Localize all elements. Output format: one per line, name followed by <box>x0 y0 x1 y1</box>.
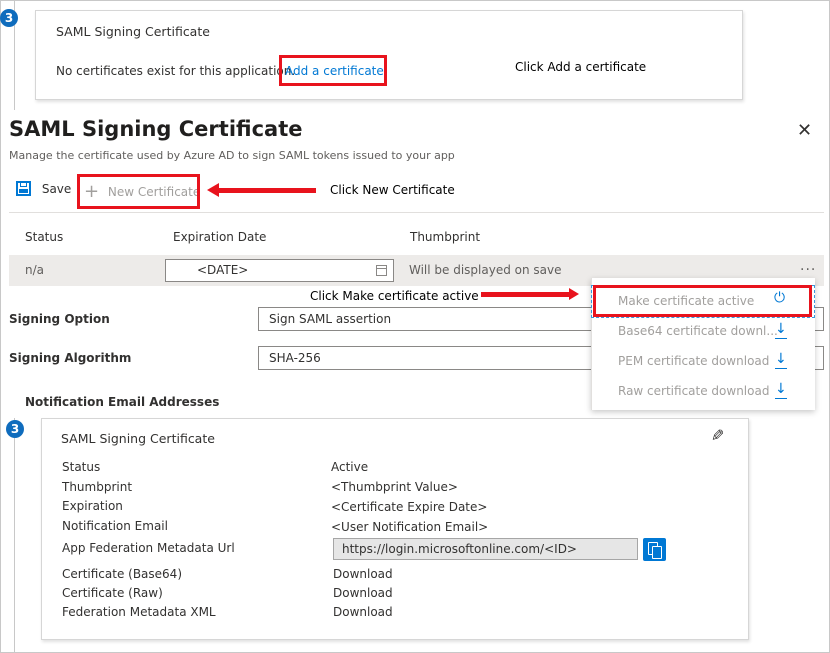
close-icon[interactable]: ✕ <box>797 120 812 141</box>
highlight-new-certificate <box>77 174 200 209</box>
menu-item-label: PEM certificate download <box>618 354 770 368</box>
arrow-to-new-certificate <box>207 183 316 197</box>
save-button[interactable]: Save <box>16 181 71 196</box>
notification-email-label: Notification Email Addresses <box>25 395 220 409</box>
signing-option-label: Signing Option <box>9 312 110 326</box>
menu-item-raw-download[interactable]: Raw certificate download <box>592 376 816 406</box>
download-metadata-xml-link[interactable]: Download <box>333 605 393 619</box>
top-certificate-card: SAML Signing Certificate No certificates… <box>35 10 743 100</box>
column-header-thumbprint: Thumbprint <box>410 230 481 244</box>
arrow-to-make-active <box>481 288 579 300</box>
copy-icon[interactable] <box>643 538 666 561</box>
bottom-card-title: SAML Signing Certificate <box>61 431 215 446</box>
download-label: Federation Metadata XML <box>62 605 216 619</box>
signing-algorithm-label: Signing Algorithm <box>9 351 132 365</box>
metadata-url-label: App Federation Metadata Url <box>62 541 235 555</box>
row-status: n/a <box>25 263 45 277</box>
step-connector-line <box>14 418 15 653</box>
column-header-expiration: Expiration Date <box>173 230 267 244</box>
download-icon <box>775 381 787 399</box>
toolbar-divider <box>9 212 824 213</box>
download-icon <box>775 321 787 339</box>
panel-subtitle: Manage the certificate used by Azure AD … <box>9 149 455 162</box>
save-label: Save <box>41 181 72 196</box>
menu-item-label: Base64 certificate downl... <box>618 324 778 338</box>
menu-item-base64-download[interactable]: Base64 certificate downl... <box>592 316 816 346</box>
notification-email-value: <User Notification Email> <box>331 520 489 534</box>
download-label: Certificate (Raw) <box>62 586 163 600</box>
more-options-button[interactable]: ... <box>800 258 816 274</box>
top-card-title: SAML Signing Certificate <box>56 24 210 39</box>
step-badge: 3 <box>0 9 18 27</box>
column-header-status: Status <box>25 230 64 244</box>
highlight-make-active <box>593 285 812 317</box>
save-icon <box>16 181 31 196</box>
status-label: Status <box>62 460 101 474</box>
highlight-add-certificate <box>279 55 387 86</box>
notification-email-row-label: Notification Email <box>62 519 168 533</box>
menu-item-pem-download[interactable]: PEM certificate download <box>592 346 816 376</box>
annotation-new-certificate: Click New Certificate <box>330 183 455 197</box>
row-thumbprint: Will be displayed on save <box>409 263 562 277</box>
no-certificates-message: No certificates exist for this applicati… <box>56 64 296 78</box>
metadata-url-field[interactable]: https://login.microsoftonline.com/<ID> <box>333 538 638 560</box>
edit-pencil-icon[interactable]: ✎ <box>711 426 724 445</box>
panel-title: SAML Signing Certificate <box>9 117 303 141</box>
expiration-value: <Certificate Expire Date> <box>331 500 488 514</box>
annotation-make-active: Click Make certificate active <box>308 289 481 303</box>
calendar-icon[interactable] <box>376 265 387 276</box>
download-label: Certificate (Base64) <box>62 567 182 581</box>
step-badge: 3 <box>6 420 24 438</box>
expiration-date-input[interactable]: <DATE> <box>165 259 394 282</box>
thumbprint-value: <Thumbprint Value> <box>331 480 458 494</box>
expiration-date-value: <DATE> <box>197 263 249 277</box>
expiration-label: Expiration <box>62 499 123 513</box>
download-base64-link[interactable]: Download <box>333 567 393 581</box>
thumbprint-label: Thumbprint <box>62 480 133 494</box>
download-raw-link[interactable]: Download <box>333 586 393 600</box>
annotation-add-certificate: Click Add a certificate <box>515 60 647 74</box>
status-value: Active <box>331 460 369 474</box>
menu-item-label: Raw certificate download <box>618 384 770 398</box>
download-icon <box>775 351 787 369</box>
